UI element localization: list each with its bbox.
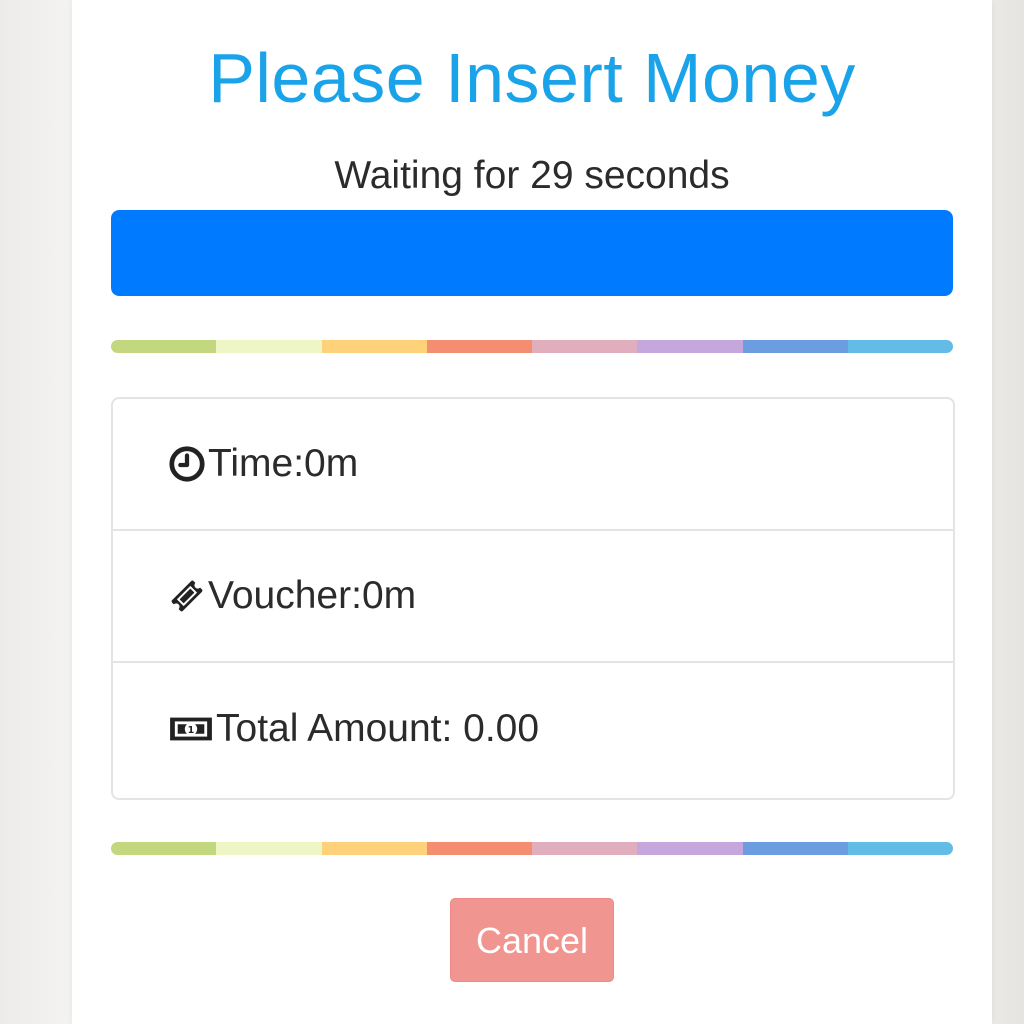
- money-bill-icon: 1: [168, 710, 214, 748]
- rainbow-divider-bottom: [111, 842, 953, 855]
- insert-money-dialog: Please Insert Money Waiting for 29 secon…: [72, 0, 992, 1024]
- rainbow-segment: [637, 340, 743, 353]
- countdown-progress-fill: [111, 210, 953, 296]
- rainbow-segment: [742, 340, 848, 353]
- list-item-time: Time:0m: [113, 399, 953, 531]
- clock-icon: [168, 445, 206, 483]
- voucher-label: Voucher:0m: [208, 574, 417, 617]
- rainbow-segment: [111, 842, 217, 855]
- rainbow-segment: [847, 340, 953, 353]
- rainbow-segment: [847, 842, 953, 855]
- rainbow-segment: [532, 340, 638, 353]
- rainbow-segment: [532, 842, 638, 855]
- rainbow-segment: [321, 842, 427, 855]
- rainbow-segment: [216, 340, 322, 353]
- countdown-progress-bar: [111, 210, 953, 296]
- list-item-total: 1 Total Amount: 0.00: [113, 663, 953, 794]
- svg-text:1: 1: [188, 724, 195, 735]
- rainbow-segment: [637, 842, 743, 855]
- cancel-button[interactable]: Cancel: [450, 898, 614, 982]
- dialog-title: Please Insert Money: [208, 39, 856, 117]
- rainbow-segment: [742, 842, 848, 855]
- rainbow-segment: [321, 340, 427, 353]
- rainbow-segment: [426, 340, 532, 353]
- rainbow-segment: [216, 842, 322, 855]
- rainbow-segment: [426, 842, 532, 855]
- countdown-text: Waiting for 29 seconds: [334, 154, 730, 197]
- total-amount-label: Total Amount: 0.00: [216, 706, 540, 750]
- time-label: Time:0m: [208, 442, 359, 485]
- rainbow-divider-top: [111, 340, 953, 353]
- list-item-voucher: Voucher:0m: [113, 531, 953, 663]
- ticket-icon: [168, 577, 206, 615]
- rainbow-segment: [111, 340, 217, 353]
- summary-list: Time:0m Voucher:0m 1 Total Amount: 0.00: [111, 397, 955, 800]
